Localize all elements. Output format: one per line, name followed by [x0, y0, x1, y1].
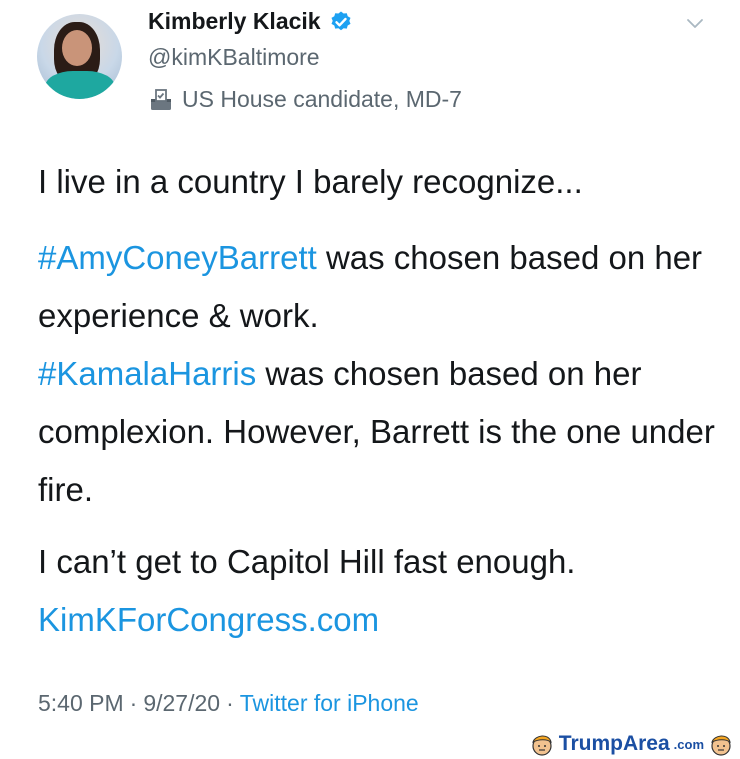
- verified-badge-icon: [331, 11, 351, 30]
- hashtag-link[interactable]: #KamalaHarris: [38, 355, 256, 392]
- tweet-metadata: 5:40 PM · 9/27/20 · Twitter for iPhone: [38, 690, 419, 717]
- author-display-name[interactable]: Kimberly Klacik: [148, 8, 321, 35]
- tweet-date[interactable]: 9/27/20: [143, 690, 220, 717]
- separator: ·: [129, 690, 138, 716]
- tweet-paragraph-2: #AmyConeyBarrett was chosen based on her…: [38, 229, 718, 519]
- tweet-paragraph-3: I can’t get to Capitol Hill fast enough.…: [38, 533, 718, 649]
- avatar-face: [62, 30, 92, 66]
- website-link[interactable]: KimKForCongress.com: [38, 601, 379, 638]
- tweet-text: I can’t get to Capitol Hill fast enough.: [38, 543, 576, 580]
- avatar-clothing: [45, 71, 115, 99]
- hashtag-link[interactable]: #AmyConeyBarrett: [38, 239, 317, 276]
- watermark-brand: TrumpArea: [558, 732, 670, 755]
- tweet-time[interactable]: 5:40 PM: [38, 690, 124, 717]
- avatar[interactable]: [37, 14, 122, 99]
- tweet-source[interactable]: Twitter for iPhone: [240, 690, 419, 717]
- chevron-down-icon[interactable]: [682, 10, 708, 36]
- watermark-suffix: .com: [673, 736, 704, 752]
- author-label-text: US House candidate, MD-7: [182, 86, 462, 112]
- tweet-line-1: I live in a country I barely recognize..…: [38, 163, 583, 200]
- site-watermark: TrumpArea .com: [529, 731, 734, 757]
- separator: ·: [226, 690, 234, 716]
- ballot-box-icon: [151, 88, 171, 110]
- author-label-row: US House candidate, MD-7: [148, 86, 462, 113]
- author-name-row: Kimberly Klacik: [148, 8, 353, 35]
- author-handle[interactable]: @kimKBaltimore: [148, 44, 320, 71]
- cartoon-face-icon: [531, 735, 552, 756]
- cartoon-face-icon: [711, 735, 731, 756]
